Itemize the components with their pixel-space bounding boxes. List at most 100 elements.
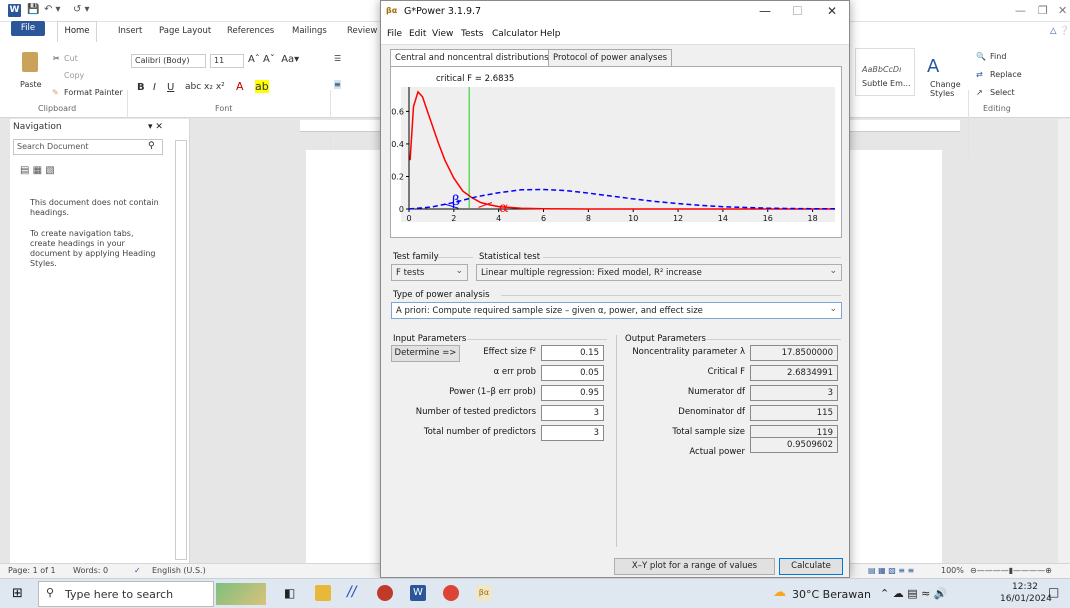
clock-date[interactable]: 16/01/2024 [1000,594,1052,604]
task-view-icon[interactable]: ◧ [284,586,295,600]
tab-protocol[interactable]: Protocol of power analyses [548,49,673,67]
view-buttons-icon[interactable]: ▤ ▦ ▧ ≡ ≡ [868,566,914,575]
menu-help[interactable]: Help [540,29,561,39]
word-restore-icon[interactable]: ❐ [1038,4,1048,17]
select-button[interactable]: Select [990,88,1015,97]
weather-text[interactable]: 30°C Berawan [792,588,871,601]
xy-plot-button[interactable]: X–Y plot for a range of values [614,558,775,575]
critical-f-output: 2.6834991 [750,365,838,381]
italic-icon[interactable]: I [153,82,156,93]
system-tray-icons[interactable]: ⌃ ☁ ▤ ≈ 🔊 [880,587,948,600]
power-input[interactable]: 0.95 [541,385,604,401]
tab-insert[interactable]: Insert [118,26,142,36]
bold-icon[interactable]: B [137,82,145,93]
taskbar-search-input[interactable]: Type here to search [38,581,214,607]
paste-button[interactable]: Paste [20,80,42,89]
format-painter-icon[interactable]: ✎ [52,88,59,97]
menu-calculator[interactable]: Calculator [492,29,538,39]
redo-icon[interactable]: ↺ ▾ [73,4,90,15]
style-gallery[interactable]: AaBbCcDı Subtle Em... [855,48,915,96]
select-icon[interactable]: ↗ [976,88,983,97]
replace-button[interactable]: Replace [990,70,1022,79]
tab-references[interactable]: References [227,26,274,36]
style-subtle-emphasis: Subtle Em... [862,79,911,88]
file-explorer-icon[interactable] [315,585,331,601]
change-styles-button[interactable]: Change Styles [930,80,961,98]
menu-edit[interactable]: Edit [409,29,426,39]
menu-view[interactable]: View [432,29,453,39]
total-predictors-input[interactable]: 3 [541,425,604,441]
save-icon[interactable]: 💾 [27,4,39,15]
help-icon[interactable]: △ ❔ [1050,26,1070,36]
section-rule [437,257,473,258]
find-button[interactable]: Find [990,52,1006,61]
tab-home[interactable]: Home [57,21,97,42]
grow-font-icon[interactable]: Aˆ Aˇ Aa▾ [248,54,299,65]
underline-icon[interactable]: U [167,82,174,93]
format-painter-button[interactable]: Format Painter [64,88,123,97]
total-predictors-label: Total number of predictors [423,427,536,437]
undo-icon[interactable]: ↶ ▾ [44,4,61,15]
tab-page-layout[interactable]: Page Layout [159,26,211,36]
y-tick-label: 0 [399,205,404,214]
font-color-icon[interactable]: A [236,80,244,93]
determine-button[interactable]: Determine => [391,345,460,362]
critical-f-output-label: Critical F [707,367,745,377]
tested-predictors-input[interactable]: 3 [541,405,604,421]
replace-icon[interactable]: ⇄ [976,70,983,79]
menu-file[interactable]: File [387,29,402,39]
page-count[interactable]: Page: 1 of 1 [8,566,56,575]
language-indicator[interactable]: English (U.S.) [152,566,206,575]
search-icon[interactable]: ⚲ [148,141,155,151]
effect-size-label: Effect size f² [483,347,536,357]
zoom-slider[interactable]: ⊖————▮————⊕ [970,566,1052,575]
search-highlight-image [216,583,266,605]
strikethrough-icon[interactable]: abc x₂ x² [185,82,225,92]
app-icon[interactable] [377,585,393,601]
search-document-input[interactable]: Search Document [13,139,163,155]
browse-headings-icon[interactable]: ▤ ▦ ▧ [20,165,55,176]
paste-icon[interactable] [22,52,38,72]
effect-size-input[interactable]: 0.15 [541,345,604,361]
maximize-icon[interactable]: ☐ [792,4,803,18]
chrome-icon[interactable] [443,585,459,601]
close-icon[interactable]: ✕ [827,4,837,18]
navigation-message: This document does not contain headings. [30,198,159,217]
proofing-icon[interactable]: ✓ [134,566,141,575]
statistical-test-select[interactable]: Linear multiple regression: Fixed model,… [476,264,842,281]
power-analysis-select[interactable]: A priori: Compute required sample size –… [391,302,842,319]
gpower-taskbar-icon[interactable]: βα [476,585,492,601]
bullets-icon[interactable]: ☰ [334,54,341,63]
pen-app-icon[interactable]: // [347,584,356,600]
copy-button[interactable]: Copy [64,71,84,80]
clock-time[interactable]: 12:32 [1012,582,1038,592]
close-icon[interactable]: ▾ ✕ [148,122,163,132]
notification-icon[interactable]: □ [1048,585,1059,599]
word-minimize-icon[interactable]: — [1015,4,1026,17]
windows-start-icon[interactable]: ⊞ [12,586,23,601]
highlight-icon[interactable]: ab [255,80,269,93]
word-close-icon[interactable]: ✕ [1058,4,1067,17]
y-tick-label: 0.2 [391,172,404,181]
distribution-chart: 0 2 4 6 8 10 12 14 16 1800.20.40.6 critical F = 2… [391,74,836,223]
zoom-level[interactable]: 100% [941,566,964,575]
word-taskbar-icon[interactable]: W [410,585,426,601]
font-size-select[interactable]: 11 [210,54,244,68]
alpha-err-prob-input[interactable]: 0.05 [541,365,604,381]
editing-group-label: Editing [983,104,1011,113]
tab-file[interactable]: File [11,21,45,36]
tab-mailings[interactable]: Mailings [292,26,327,36]
find-icon[interactable]: 🔍 [976,52,986,61]
change-styles-icon[interactable]: A [927,56,939,77]
calculate-button[interactable]: Calculate [779,558,843,575]
vertical-scrollbar[interactable] [1058,119,1070,563]
align-left-icon[interactable]: ≡ [334,80,341,89]
tab-review[interactable]: Review [347,26,377,36]
font-name-select[interactable]: Calibri (Body) [131,54,206,68]
minimize-icon[interactable]: — [759,4,771,18]
cut-button[interactable]: Cut [64,54,78,63]
test-family-select[interactable]: F tests ⌄ [391,264,468,281]
word-count[interactable]: Words: 0 [73,566,108,575]
menu-tests[interactable]: Tests [461,29,483,39]
scissors-icon[interactable]: ✂ [53,54,60,63]
